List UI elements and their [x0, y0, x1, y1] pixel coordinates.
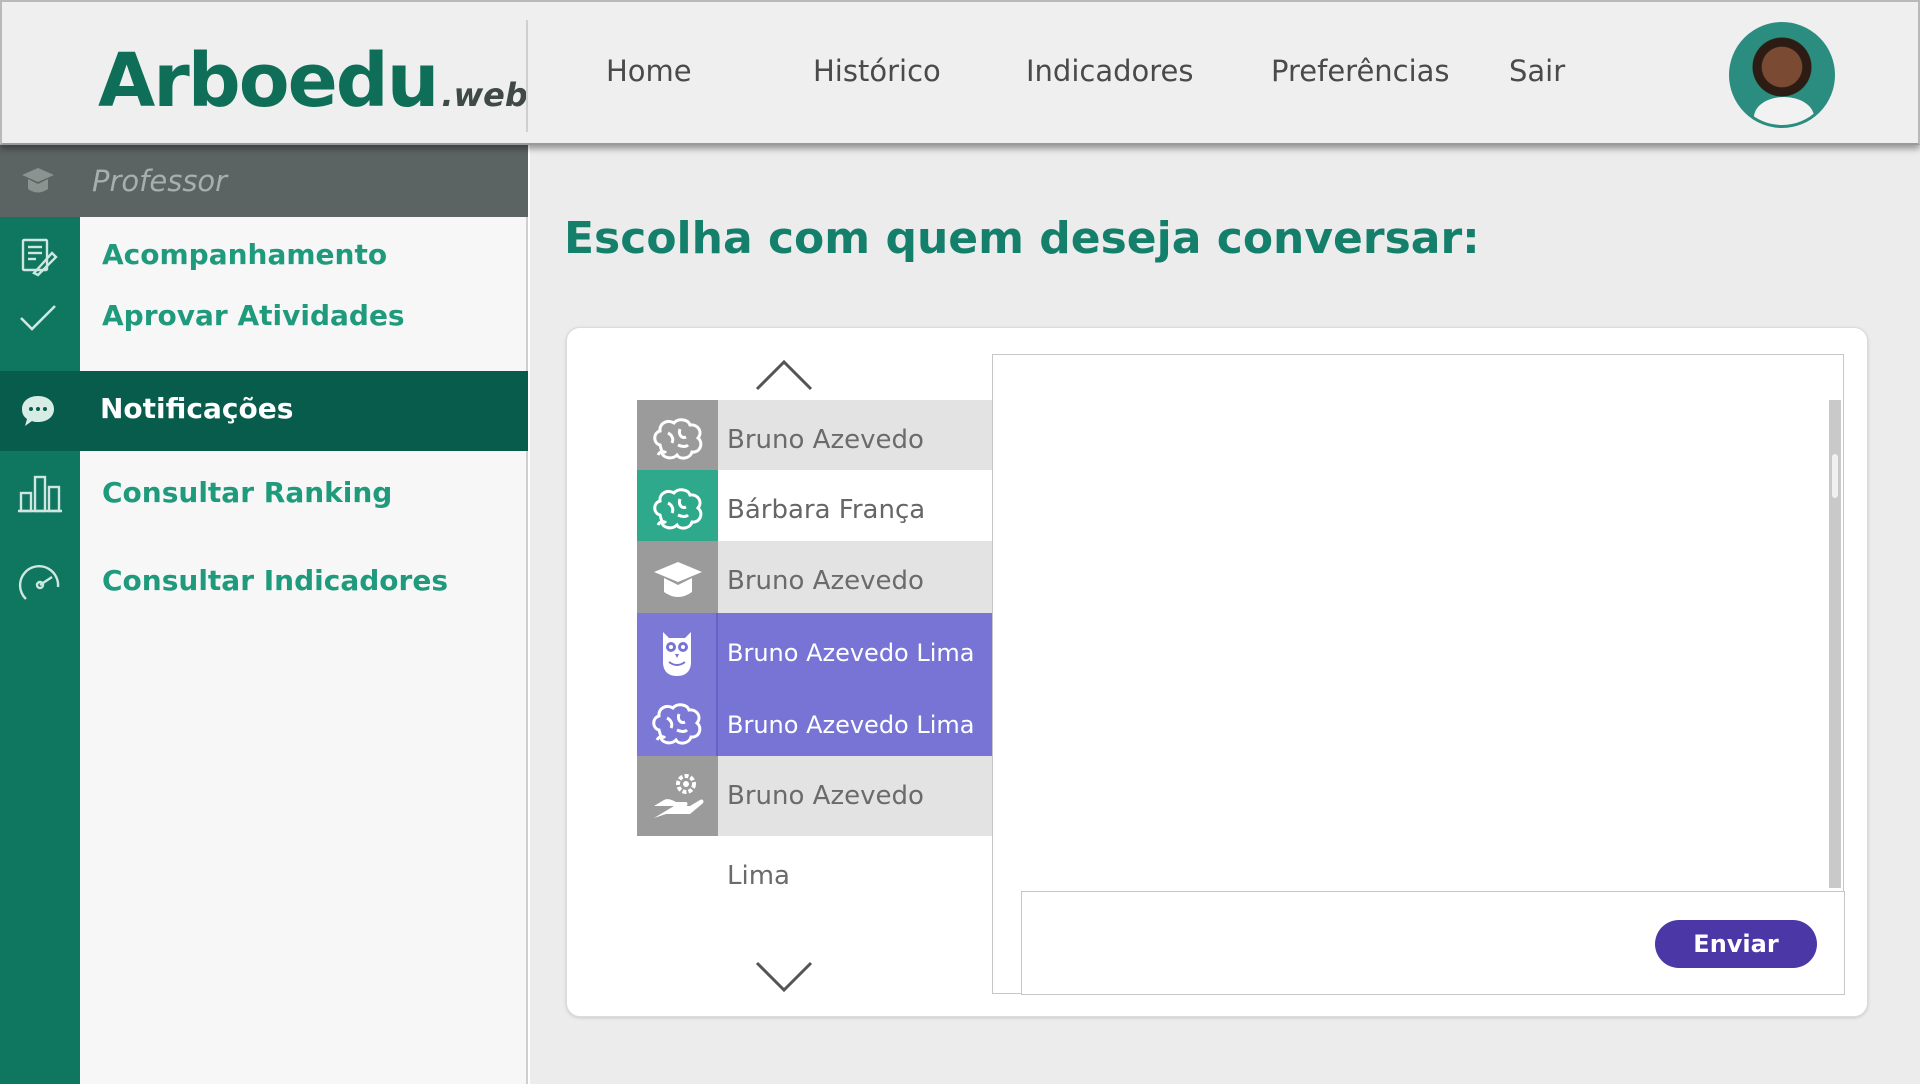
owl-icon — [637, 613, 718, 693]
sidebar-item-label: Consultar Ranking — [102, 476, 393, 509]
scroll-up-button[interactable] — [754, 356, 814, 396]
contact-item[interactable]: Bárbara França — [637, 470, 992, 550]
message-area: Enviar — [992, 354, 1845, 995]
sidebar-item-label: Acompanhamento — [102, 238, 388, 271]
header-divider — [526, 20, 528, 132]
sidebar-item-label: Aprovar Atividades — [102, 299, 405, 332]
hand-gear-icon — [637, 756, 718, 836]
logo[interactable]: Arboedu .web — [98, 28, 528, 118]
pencil-document-icon — [18, 237, 58, 277]
chevron-up-icon — [755, 359, 813, 391]
sidebar-item-acompanhamento[interactable]: Acompanhamento — [0, 221, 528, 291]
nav-historico[interactable]: Histórico — [813, 54, 941, 88]
message-scrollbar[interactable] — [1829, 400, 1841, 888]
contact-item[interactable]: Bruno Azevedo Lima — [637, 613, 992, 693]
nav-sair[interactable]: Sair — [1509, 54, 1565, 88]
scroll-down-button[interactable] — [754, 956, 814, 996]
sidebar-item-aprovar-atividades[interactable]: Aprovar Atividades — [0, 282, 528, 352]
bar-chart-icon — [18, 471, 62, 513]
gauge-icon — [18, 559, 60, 600]
top-header: Arboedu .web Home Histórico Indicadores … — [0, 0, 1920, 145]
send-button[interactable]: Enviar — [1655, 920, 1817, 968]
contact-name: Bruno Azevedo Lima — [718, 400, 992, 535]
sidebar-item-consultar-indicadores[interactable]: Consultar Indicadores — [0, 541, 528, 621]
sidebar-item-consultar-ranking[interactable]: Consultar Ranking — [0, 455, 528, 529]
avatar[interactable] — [1729, 22, 1835, 128]
contact-item[interactable]: Bruno Azevedo Lima — [637, 400, 992, 535]
nav-preferencias[interactable]: Preferências — [1271, 54, 1450, 88]
role-label: Professor — [92, 164, 228, 198]
contact-name: Bruno Azevedo Lima — [718, 613, 992, 693]
nav-home[interactable]: Home — [606, 54, 692, 88]
chat-panel: Bruno Azevedo Lima Bárbara França Bruno … — [566, 327, 1868, 1017]
graduation-cap-icon — [20, 163, 56, 203]
contact-item[interactable]: Bruno Azevedo Lima — [637, 685, 992, 765]
contact-item[interactable]: Bruno Azevedo Lima — [637, 541, 992, 676]
brain-icon — [637, 685, 718, 765]
checkmark-icon — [18, 298, 58, 338]
logo-text: Arboedu — [98, 38, 439, 124]
sidebar-item-label: Consultar Indicadores — [102, 564, 448, 597]
contact-name: Bruno Azevedo Lima — [718, 541, 992, 676]
contact-item[interactable]: Bruno Azevedo Lima — [637, 756, 992, 891]
scrollbar-thumb[interactable] — [1832, 454, 1838, 498]
page-title: Escolha com quem deseja conversar: — [564, 213, 1480, 264]
graduation-cap-icon — [637, 541, 718, 621]
chat-bubble-icon — [18, 391, 58, 431]
brain-icon — [637, 400, 718, 480]
main-content: Escolha com quem deseja conversar: Bruno… — [530, 145, 1920, 1084]
contact-name: Bruno Azevedo Lima — [718, 685, 992, 765]
brain-icon — [637, 470, 718, 550]
chevron-down-icon — [755, 961, 813, 993]
contact-name: Bárbara França — [718, 470, 992, 550]
contact-name: Bruno Azevedo Lima — [718, 756, 992, 891]
message-input[interactable]: Enviar — [1021, 891, 1845, 995]
sidebar-item-notificacoes[interactable]: Notificações — [0, 371, 528, 451]
logo-suffix: .web — [441, 76, 528, 114]
role-header: Professor — [0, 145, 528, 217]
sidebar: Professor Acompanhamento Aprovar Ativida… — [0, 145, 528, 1084]
nav-indicadores[interactable]: Indicadores — [1026, 54, 1194, 88]
sidebar-item-label: Notificações — [100, 392, 294, 425]
